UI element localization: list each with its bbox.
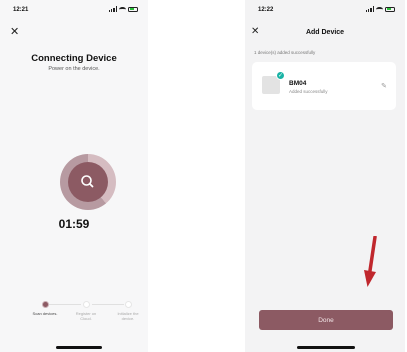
battery-icon — [128, 6, 138, 12]
wifi-icon — [119, 6, 126, 12]
scan-button-circle — [68, 162, 108, 202]
page-title: Connecting Device — [31, 53, 117, 64]
wifi-icon — [376, 6, 383, 12]
status-icons — [365, 6, 395, 12]
step-label: Initialize the device. — [117, 311, 139, 321]
status-time: 12:22 — [258, 7, 274, 13]
device-name: BM04 — [289, 80, 307, 87]
progress-steps: Scan devices. Register on Cloud. Initial… — [0, 301, 148, 331]
close-icon[interactable]: ✕ — [10, 27, 19, 38]
status-bar: 12:22 — [245, 6, 405, 16]
step-label: Scan devices. — [32, 311, 58, 316]
scanning-progress-ring — [60, 154, 116, 210]
down-arrow-annotation — [364, 236, 377, 287]
check-icon: ✓ — [276, 71, 285, 80]
step-scan: Scan devices. — [30, 301, 60, 316]
battery-icon — [385, 6, 395, 12]
device-card[interactable]: ✓ BM04 Added successfully ✎ — [252, 62, 396, 110]
step-dot — [82, 301, 90, 308]
step-dot — [124, 301, 132, 308]
add-device-screen: 12:22 ✕ Add Device 1 device(s) added suc… — [245, 0, 405, 352]
status-icons — [108, 6, 138, 12]
device-status: Added successfully — [289, 89, 328, 94]
signal-icon — [365, 6, 374, 12]
step-label: Register on Cloud. — [75, 311, 97, 321]
page-title: Add Device — [305, 29, 345, 36]
step-initialize: Initialize the device. — [113, 301, 143, 321]
home-indicator — [56, 346, 102, 349]
pencil-icon[interactable]: ✎ — [381, 82, 387, 90]
signal-icon — [108, 6, 117, 12]
connecting-device-screen: 12:21 ✕ Connecting Device Power on the d… — [0, 0, 148, 352]
countdown-timer: 01:59 — [58, 217, 90, 231]
status-time: 12:21 — [13, 7, 29, 13]
page-subtitle: Power on the device. — [48, 66, 100, 72]
step-register: Register on Cloud. — [71, 301, 101, 321]
step-dot — [41, 301, 49, 308]
added-count-text: 1 device(s) added successfully — [254, 50, 316, 55]
status-bar: 12:21 — [0, 6, 148, 16]
search-icon — [81, 175, 94, 188]
home-indicator — [297, 346, 355, 349]
done-button[interactable]: Done — [259, 310, 393, 330]
